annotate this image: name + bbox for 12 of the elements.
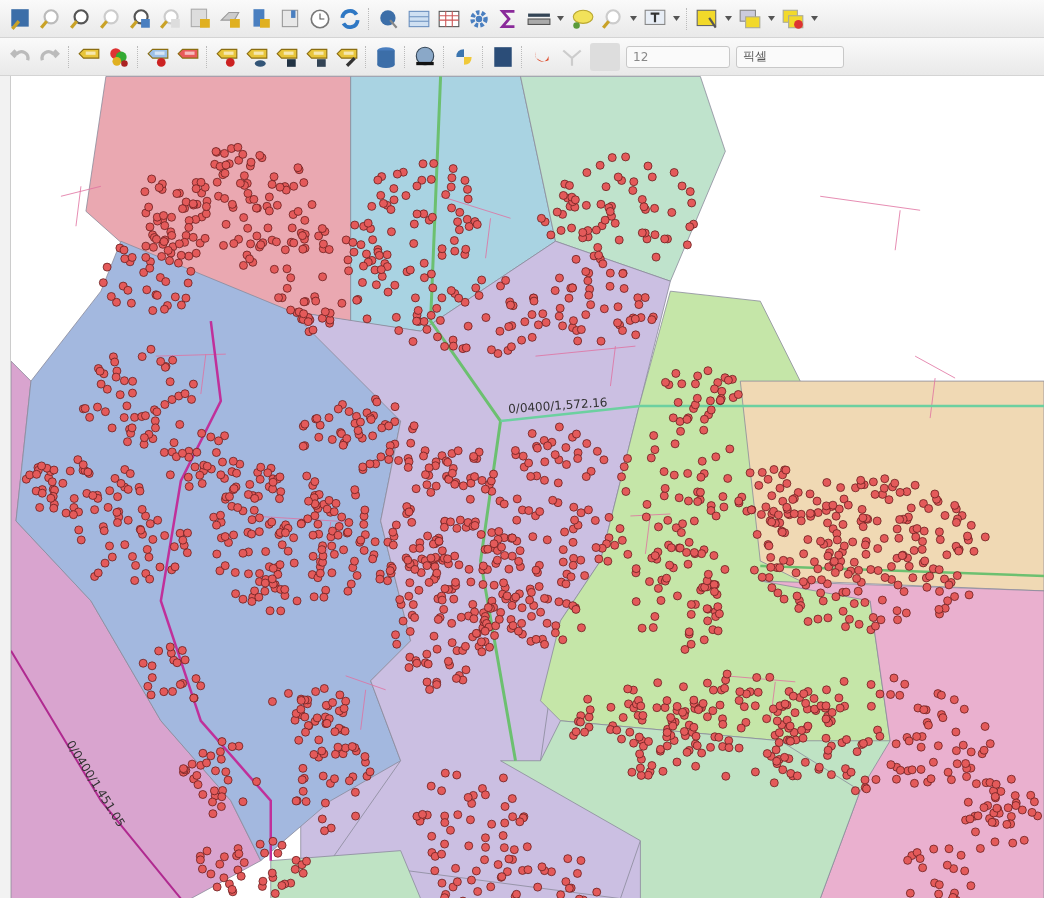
dropdown-arrow-icon[interactable] <box>768 16 775 21</box>
database-icon[interactable] <box>374 44 398 69</box>
dropdown-arrow-icon[interactable] <box>630 16 637 21</box>
dropdown-arrow-icon[interactable] <box>811 16 818 21</box>
zoom-last-icon[interactable] <box>128 6 152 31</box>
dropdown-arrow-icon[interactable] <box>673 16 680 21</box>
map-label: 0/0400/1,572.16 <box>507 395 608 417</box>
refresh-icon[interactable] <box>338 6 362 31</box>
dropdown-arrow-icon[interactable] <box>557 16 564 21</box>
dropdown-arrow-icon[interactable] <box>725 16 732 21</box>
unit-dropdown[interactable]: 픽셀 <box>736 45 844 68</box>
zoom-out-icon[interactable] <box>68 6 92 31</box>
